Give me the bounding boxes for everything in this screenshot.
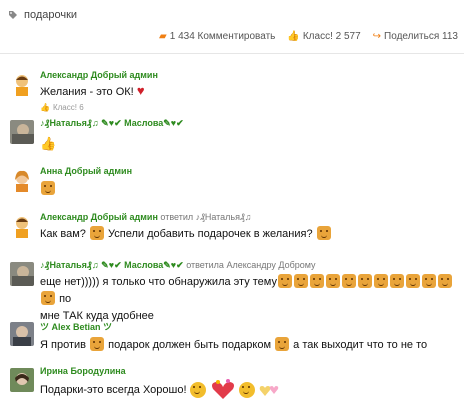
- comment-text-part: Как вам?: [40, 228, 86, 240]
- comment-text-part: Желания - это ОК!: [40, 86, 134, 98]
- comment-text-part: а так выходит что то не то: [293, 339, 428, 351]
- comment-text: Подарки-это всегда Хорошо!: [40, 379, 456, 401]
- tag-label[interactable]: подарочки: [24, 9, 77, 21]
- comment-text-part: еще нет))))) я только что обнаружила эту…: [40, 276, 277, 288]
- tag-row[interactable]: подарочки: [8, 6, 77, 24]
- like-icon: 👍: [287, 31, 300, 42]
- comment-author-name[interactable]: Александр Добрый админ: [40, 212, 158, 222]
- divider: [0, 53, 464, 54]
- smiley-icon: [293, 274, 308, 288]
- smiley-icon: [41, 291, 55, 305]
- reply-info: ответила Александру Доброму: [186, 260, 315, 270]
- comment-icon: ▰: [159, 31, 167, 42]
- smiley-icon: [341, 274, 356, 288]
- avatar[interactable]: [10, 322, 34, 346]
- smiley-icon: [41, 181, 55, 195]
- tag-icon: [9, 11, 17, 19]
- reply-target[interactable]: ♪₰Наталья₰♫: [196, 212, 252, 222]
- thumbs-up-sticker: 👍: [40, 136, 57, 151]
- comment-text: еще нет))))) я только что обнаружила эту…: [40, 274, 456, 325]
- comment-text: Я против подарок должен быть подарком а …: [40, 336, 456, 354]
- share-action[interactable]: ↪ Поделиться 113: [373, 31, 458, 42]
- comment-text-part: Успели добавить подарочек в желания?: [108, 228, 313, 240]
- comment-text-part: подарок должен быть подарком: [108, 339, 272, 351]
- smiley-icon: [90, 337, 105, 351]
- comment-text: 👍: [40, 135, 456, 154]
- smiley-icon: [405, 274, 420, 288]
- heart-icon: ♥: [136, 83, 145, 98]
- smiley-icon: [316, 226, 331, 240]
- smiley-icon: [437, 274, 452, 288]
- reply-prefix: ответил: [160, 212, 194, 222]
- comment-author[interactable]: ツ Alex Betian ツ: [40, 320, 456, 333]
- share-icon: ↪: [372, 31, 382, 42]
- comment-action[interactable]: ▰ 1 434 Комментировать: [159, 31, 275, 42]
- comment-author[interactable]: ♪₰Наталья₰♫ ✎♥✔ Маслова✎♥✔: [40, 118, 456, 129]
- comment-klass-label: Класс! 6: [52, 103, 84, 112]
- comment-action-label: 1 434 Комментировать: [169, 31, 276, 42]
- comment-author[interactable]: Ирина Бородулина: [40, 366, 456, 376]
- reply-prefix: ответила: [186, 260, 224, 270]
- comment-text: Как вам? Успели добавить подарочек в жел…: [40, 225, 456, 243]
- smiley-icon: [275, 337, 290, 351]
- smiley-icon: [325, 274, 340, 288]
- avatar[interactable]: [10, 168, 34, 192]
- comment-klass[interactable]: 👍 Класс! 6: [40, 103, 456, 112]
- smiley-icon: [309, 274, 324, 288]
- hearts-sticker: [259, 386, 278, 396]
- smiley-icon: [421, 274, 436, 288]
- reply-info: ответил ♪₰Наталья₰♫: [160, 212, 251, 222]
- avatar[interactable]: [10, 72, 34, 96]
- cool-smiley-icon: [189, 382, 206, 398]
- comment-author[interactable]: Александр Добрый админ: [40, 70, 456, 80]
- smiley-icon: [357, 274, 372, 288]
- avatar[interactable]: [10, 262, 34, 286]
- comment-author[interactable]: Анна Добрый админ: [40, 166, 456, 176]
- comment-text: [40, 180, 456, 198]
- avatar[interactable]: [10, 120, 34, 144]
- comment-text-part: Я против: [40, 339, 86, 351]
- smiley-icon: [277, 274, 292, 288]
- comment-text-part: Подарки-это всегда Хорошо!: [40, 384, 187, 396]
- smiley-icon: [89, 226, 104, 240]
- reply-target[interactable]: Александру Доброму: [226, 260, 315, 270]
- avatar[interactable]: [10, 214, 34, 238]
- comment-author-name[interactable]: ♪₰Наталья₰♫ ✎♥✔ Маслова✎♥✔: [40, 260, 184, 270]
- comment-text-part: по: [59, 293, 72, 305]
- smiley-icon: [238, 382, 255, 398]
- post-comments-page: подарочки ▰ 1 434 Комментировать 👍 Класс…: [0, 0, 464, 406]
- avatar[interactable]: [10, 368, 34, 392]
- post-actions: ▰ 1 434 Комментировать 👍 Класс! 2 577 ↪ …: [159, 31, 458, 42]
- comment-author[interactable]: ♪₰Наталья₰♫ ✎♥✔ Маслова✎♥✔ ответила Алек…: [40, 260, 456, 271]
- like-icon: 👍: [40, 103, 50, 112]
- smiley-icon: [389, 274, 404, 288]
- share-action-label: Поделиться 113: [384, 31, 458, 42]
- comment-text: Желания - это ОК! ♥: [40, 82, 456, 101]
- comment-author[interactable]: Александр Добрый админ ответил ♪₰Наталья…: [40, 212, 456, 222]
- smiley-icon: [373, 274, 388, 288]
- klass-action-label: Класс! 2 577: [302, 31, 361, 42]
- heart-flowers-sticker: [211, 379, 234, 399]
- klass-action[interactable]: 👍 Класс! 2 577: [287, 31, 360, 42]
